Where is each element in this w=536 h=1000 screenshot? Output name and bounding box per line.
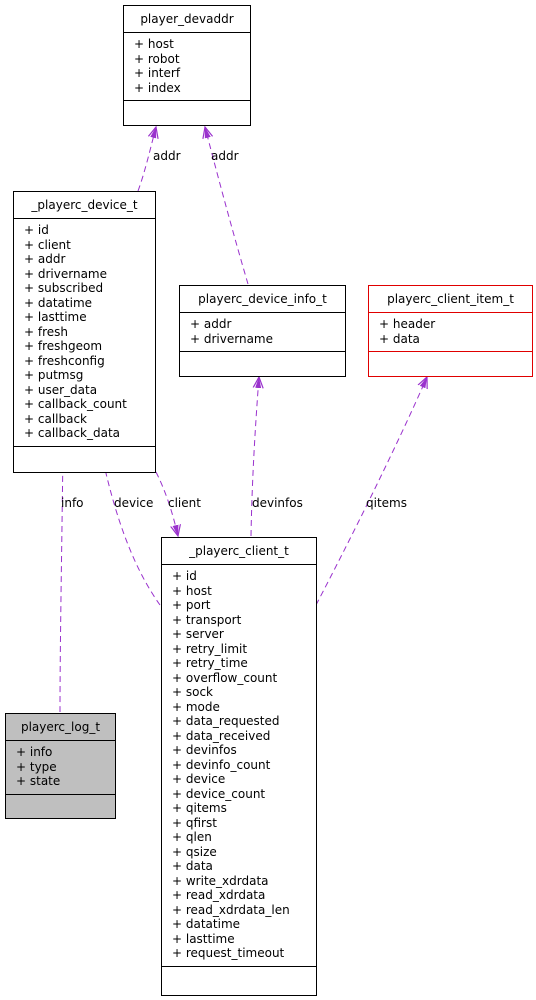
class-attributes: + id + host + port + transport + server … xyxy=(162,565,316,967)
edge-label-client-device: device xyxy=(114,496,154,510)
edge-label-device-addr: addr xyxy=(153,149,181,163)
attribute: + datatime xyxy=(24,295,93,310)
attribute: + freshgeom xyxy=(24,339,103,353)
class-attributes: + id + client + addr + drivername + subs… xyxy=(14,219,155,447)
class-playerc-device-info-t[interactable]: playerc_device_info_t + addr + drivernam… xyxy=(179,285,346,377)
attribute: + id xyxy=(172,569,197,583)
class-playerc-client-t[interactable]: _playerc_client_t + id + host + port + t… xyxy=(161,537,317,996)
attribute: + device_count xyxy=(172,786,266,801)
attribute: + retry_limit xyxy=(172,641,248,656)
class-attributes: + addr + drivername xyxy=(180,313,345,352)
edge-label-client-qitems: qitems xyxy=(366,496,407,510)
attribute: + overflow_count xyxy=(172,670,278,685)
class-title: _playerc_client_t xyxy=(162,538,316,565)
attribute: + freshconfig xyxy=(24,353,105,368)
attribute: + write_xdrdata xyxy=(172,873,269,888)
attribute: + devinfo_count xyxy=(172,757,271,772)
attribute: + data_requested xyxy=(172,714,280,728)
attribute: + host xyxy=(134,37,174,51)
attribute: + interf xyxy=(134,66,181,80)
attribute: + putmsg xyxy=(24,368,84,382)
class-title: _playerc_device_t xyxy=(14,192,155,219)
edge-label-deviceinfo-addr: addr xyxy=(211,149,239,163)
attribute: + addr xyxy=(190,317,232,331)
class-attributes: + host + robot + interf + index xyxy=(124,33,250,101)
edge-label-client-devinfos: devinfos xyxy=(252,496,303,510)
class-title: playerc_log_t xyxy=(6,714,115,741)
attribute: + header xyxy=(379,317,436,331)
edge-client-qitems xyxy=(315,377,427,606)
attribute: + server xyxy=(172,627,224,641)
attribute: + subscribed xyxy=(24,281,104,295)
class-attributes: + info + type + state xyxy=(6,741,115,795)
attribute: + callback_data xyxy=(24,426,121,440)
class-attributes: + header + data xyxy=(369,313,532,352)
attribute: + data_received xyxy=(172,728,271,743)
attribute: + transport xyxy=(172,612,242,627)
attribute: + read_xdrdata xyxy=(172,888,266,902)
edge-label-device-client: client xyxy=(168,496,201,510)
attribute: + lasttime xyxy=(172,931,235,946)
attribute: + data xyxy=(379,331,420,346)
attribute: + retry_time xyxy=(172,656,248,670)
attribute: + client xyxy=(24,237,71,252)
attribute: + qsize xyxy=(172,844,217,859)
attribute: + index xyxy=(134,80,181,95)
attribute: + user_data xyxy=(24,382,98,397)
attribute: + device xyxy=(172,772,226,786)
attribute: + fresh xyxy=(24,324,69,339)
class-player-devaddr[interactable]: player_devaddr + host + robot + interf +… xyxy=(123,5,251,126)
attribute: + state xyxy=(16,774,61,788)
attribute: + callback_count xyxy=(24,397,127,411)
attribute: + qitems xyxy=(172,801,227,815)
attribute: + mode xyxy=(172,699,220,714)
class-title: playerc_client_item_t xyxy=(369,286,532,313)
attribute: + sock xyxy=(172,685,214,699)
attribute: + read_xdrdata_len xyxy=(172,902,290,917)
attribute: + drivername xyxy=(24,266,107,281)
class-playerc-log-t[interactable]: playerc_log_t + info + type + state xyxy=(5,713,116,819)
attribute: + port xyxy=(172,598,211,612)
attribute: + info xyxy=(16,745,53,759)
class-title: playerc_device_info_t xyxy=(180,286,345,313)
attribute: + lasttime xyxy=(24,310,87,324)
attribute: + robot xyxy=(134,51,180,66)
class-title: player_devaddr xyxy=(124,6,250,33)
attribute: + id xyxy=(24,223,49,237)
attribute: + callback xyxy=(24,411,88,426)
attribute: + addr xyxy=(24,252,66,266)
attribute: + type xyxy=(16,759,57,774)
attribute: + datatime xyxy=(172,917,241,931)
edge-client-devinfos xyxy=(250,377,259,537)
attribute: + devinfos xyxy=(172,743,237,757)
attribute: + qfirst xyxy=(172,815,217,830)
attribute: + host xyxy=(172,583,212,598)
class-playerc-device-t[interactable]: _playerc_device_t + id + client + addr +… xyxy=(13,191,156,473)
edge-label-log-info: info xyxy=(61,496,84,510)
attribute: + request_timeout xyxy=(172,946,285,960)
class-playerc-client-item-t[interactable]: playerc_client_item_t + header + data xyxy=(368,285,533,377)
attribute: + qlen xyxy=(172,830,212,844)
edge-log-info xyxy=(60,446,63,713)
attribute: + data xyxy=(172,859,213,873)
attribute: + drivername xyxy=(190,331,273,346)
